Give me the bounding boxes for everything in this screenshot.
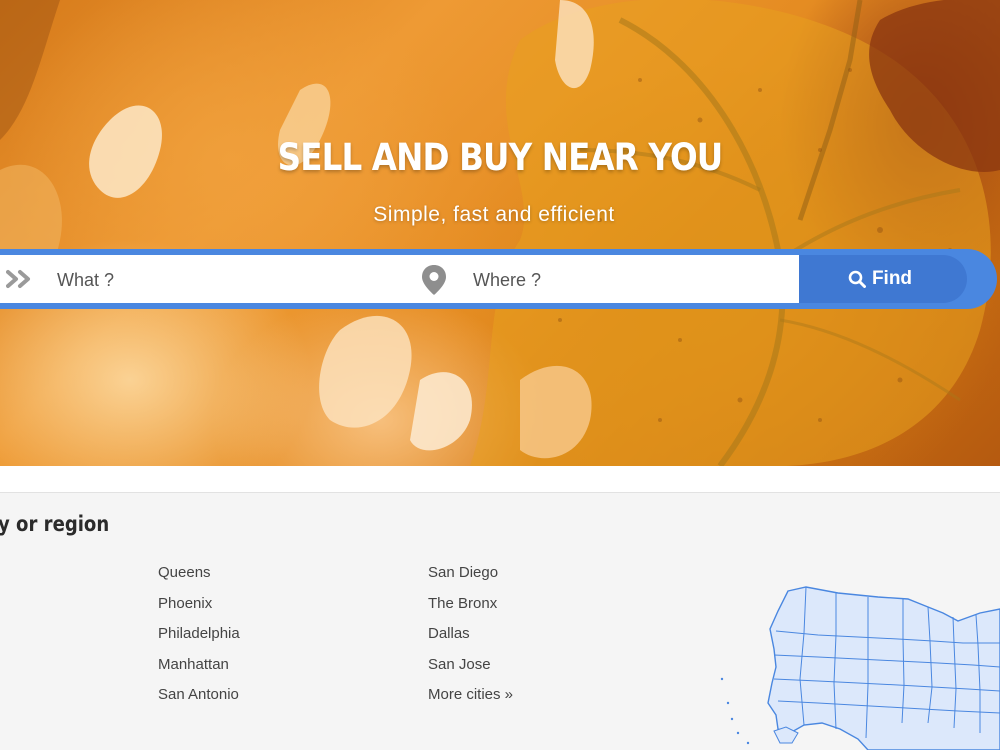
find-button-label: Find <box>871 268 913 289</box>
search-left-cap <box>0 255 4 303</box>
list-item: Manhattan <box>158 655 240 686</box>
hero-bottom-strip <box>0 466 1000 493</box>
hero-subtitle: Simple, fast and efficient <box>373 203 615 226</box>
city-list-column-2: San Diego The Bronx Dallas San Jose More… <box>428 563 513 716</box>
city-link-philadelphia[interactable]: Philadelphia <box>158 625 240 642</box>
list-item: Queens <box>158 563 240 594</box>
list-item: San Antonio <box>158 685 240 716</box>
hero-banner: SELL AND BUY NEAR YOU Simple, fast and e… <box>0 0 1000 466</box>
find-button[interactable]: Find <box>799 255 967 303</box>
list-item: More cities » <box>428 685 513 716</box>
city-list-column-1: Queens Phoenix Philadelphia Manhattan Sa… <box>158 563 240 716</box>
list-item: Philadelphia <box>158 624 240 655</box>
autumn-leaves-background <box>0 0 1000 466</box>
city-link-san-diego[interactable]: San Diego <box>428 564 498 581</box>
search-bar: Find <box>0 249 997 309</box>
list-item: Phoenix <box>158 594 240 625</box>
list-item: The Bronx <box>428 594 513 625</box>
search-icon <box>848 270 866 288</box>
double-chevron-right-icon <box>6 270 30 288</box>
map-pin-icon <box>422 265 446 295</box>
cities-section-title: y or region <box>0 512 110 536</box>
us-states-map[interactable] <box>718 583 1000 750</box>
city-link-manhattan[interactable]: Manhattan <box>158 656 229 673</box>
list-item: San Diego <box>428 563 513 594</box>
list-item: Dallas <box>428 624 513 655</box>
more-cities-link[interactable]: More cities » <box>428 686 513 703</box>
city-link-phoenix[interactable]: Phoenix <box>158 595 212 612</box>
city-link-san-antonio[interactable]: San Antonio <box>158 686 239 703</box>
where-search-input[interactable] <box>471 255 795 305</box>
search-fields <box>0 255 799 305</box>
list-item: San Jose <box>428 655 513 686</box>
what-search-input[interactable] <box>55 255 409 305</box>
city-link-queens[interactable]: Queens <box>158 564 211 581</box>
city-link-dallas[interactable]: Dallas <box>428 625 470 642</box>
hero-title: SELL AND BUY NEAR YOU <box>277 136 724 179</box>
city-link-san-jose[interactable]: San Jose <box>428 656 491 673</box>
city-link-the-bronx[interactable]: The Bronx <box>428 595 497 612</box>
